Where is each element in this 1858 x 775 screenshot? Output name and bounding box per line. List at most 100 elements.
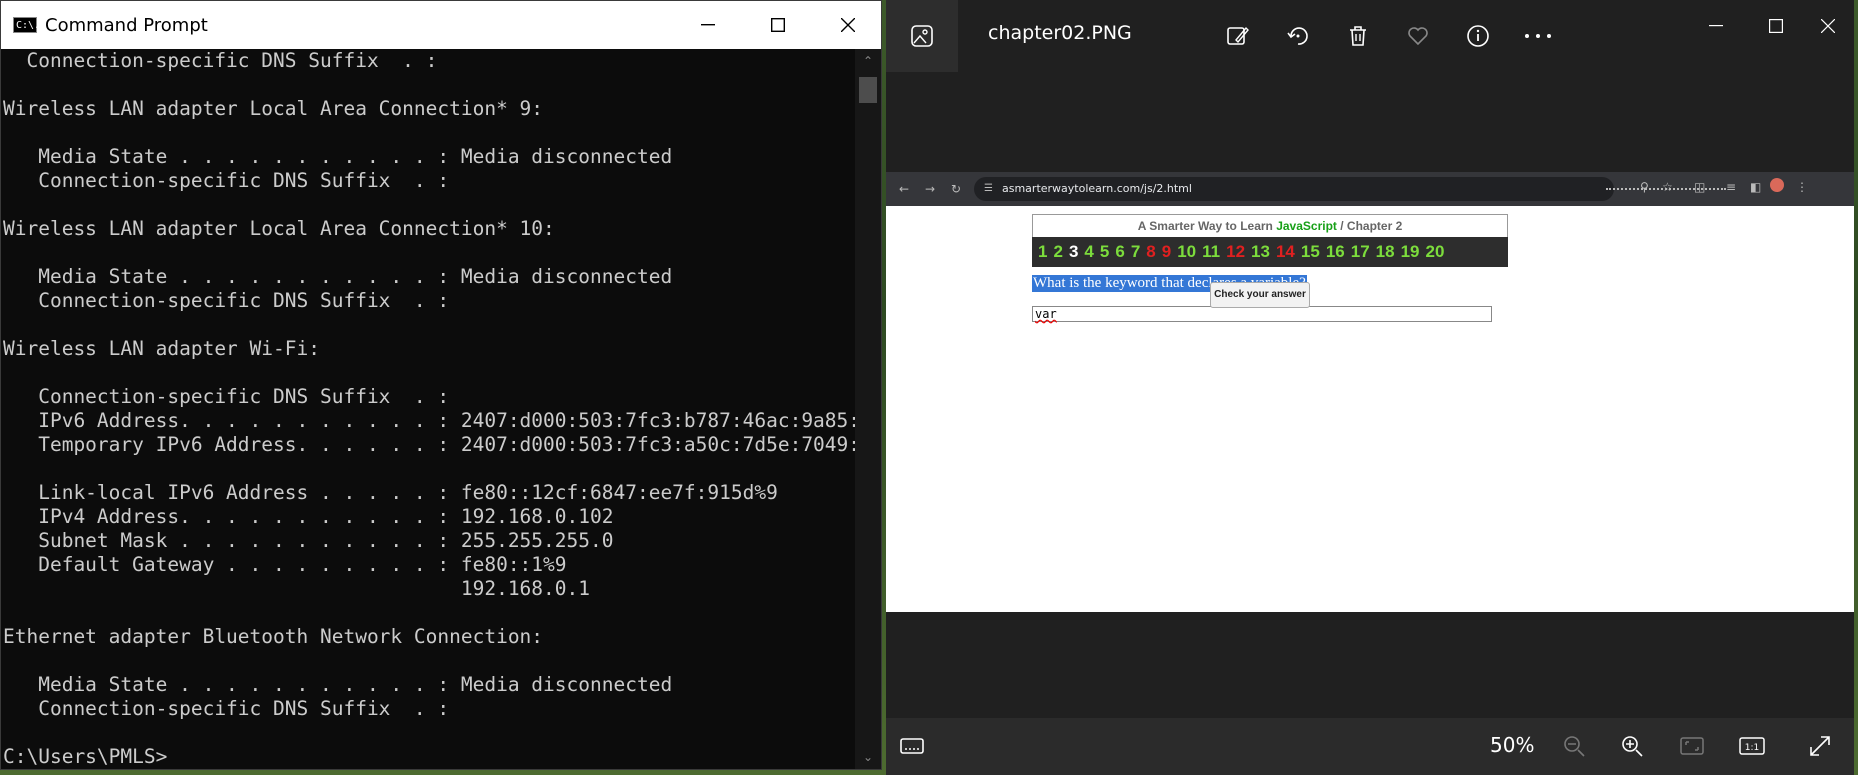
cmd-scrollbar[interactable]: ⌃ ⌄ — [855, 49, 881, 769]
extensions-icon: ◫ — [1694, 180, 1706, 194]
cmd-output-line: Connection-specific DNS Suffix . : — [3, 169, 450, 192]
cmd-output-line: 192.168.0.1 — [3, 577, 590, 600]
cmd-output-line: IPv6 Address. . . . . . . . . . . : 2407… — [3, 409, 859, 432]
cmd-title-bar[interactable]: C:\. Command Prompt — [1, 1, 881, 49]
actual-size-label: 1:1 — [1745, 743, 1759, 753]
chapter-link-20: 20 — [1425, 242, 1445, 261]
decorative-dotted-line — [1606, 188, 1726, 190]
cmd-output-line — [3, 241, 859, 265]
reload-icon: ↻ — [950, 182, 962, 196]
close-button[interactable] — [813, 1, 883, 49]
chapter-link-3: 3 — [1068, 242, 1079, 261]
chapter-link-14: 14 — [1275, 242, 1295, 261]
header-prefix: A Smarter Way to Learn — [1137, 219, 1277, 233]
chapter-link-4: 4 — [1084, 242, 1094, 261]
answer-textbox: var — [1032, 306, 1492, 322]
side-panel-icon: ◧ — [1750, 180, 1762, 194]
chapter-link-13: 13 — [1251, 242, 1270, 261]
photos-close-button[interactable] — [1798, 8, 1858, 44]
profile-avatar-icon — [1770, 178, 1784, 195]
delete-button[interactable] — [1338, 16, 1378, 56]
site-settings-icon: ☰ — [984, 183, 993, 194]
maximize-icon — [1769, 19, 1783, 33]
filmstrip-button[interactable] — [892, 728, 932, 764]
cmd-output-line: Link-local IPv6 Address . . . . . : fe80… — [3, 481, 778, 504]
answer-text: var — [1035, 307, 1057, 321]
edit-image-button[interactable] — [1218, 16, 1258, 56]
heart-icon — [1408, 27, 1428, 46]
cmd-output-line: Connection-specific DNS Suffix . : — [3, 49, 438, 72]
minimize-button[interactable] — [673, 1, 743, 49]
favorite-button[interactable] — [1398, 16, 1438, 56]
cmd-output-line — [3, 601, 859, 625]
cmd-output-line — [3, 313, 859, 337]
cmd-output-line: Wireless LAN adapter Wi-Fi: — [3, 337, 320, 360]
cmd-output-line: Default Gateway . . . . . . . . . : fe80… — [3, 553, 567, 576]
scroll-down-icon[interactable]: ⌄ — [855, 747, 881, 767]
close-icon — [841, 18, 855, 32]
photos-viewer-window: chapter02.PNG ← → ↻ ☰ asmarterwaytolearn… — [886, 0, 1854, 775]
chapter-link-1: 1 — [1038, 242, 1048, 261]
zoom-level: 50% — [1490, 733, 1535, 757]
cmd-output-line: Media State . . . . . . . . . . . : Medi… — [3, 265, 673, 288]
minimize-icon — [1709, 25, 1723, 27]
browser-menu-icon: ⋮ — [1796, 180, 1808, 194]
cmd-output[interactable]: Connection-specific DNS Suffix . : Wirele… — [1, 49, 859, 769]
chapter-link-12: 12 — [1226, 242, 1246, 261]
bookmark-star-icon: ☆ — [1662, 180, 1673, 194]
zoom-in-button[interactable] — [1612, 728, 1652, 764]
cmd-output-line: Connection-specific DNS Suffix . : — [3, 385, 450, 408]
rotate-button[interactable] — [1278, 16, 1318, 56]
actual-size-button[interactable]: 1:1 — [1732, 728, 1772, 764]
photos-bottom-bar: 50% 1:1 — [886, 718, 1854, 775]
rotate-icon — [1287, 27, 1308, 45]
trash-icon — [1350, 26, 1366, 46]
fit-window-icon — [1680, 737, 1704, 755]
chapter-link-2: 2 — [1053, 242, 1063, 261]
info-icon — [1467, 25, 1489, 47]
photos-app-icon[interactable] — [886, 0, 958, 72]
cmd-output-line: Media State . . . . . . . . . . . : Medi… — [3, 145, 673, 168]
close-icon — [1821, 19, 1835, 33]
zoom-in-icon — [1622, 736, 1643, 757]
fullscreen-button[interactable] — [1800, 728, 1840, 764]
image-gallery-icon — [911, 25, 933, 47]
chapter-link-15: 15 — [1300, 242, 1320, 261]
chapter-link-17: 17 — [1350, 242, 1370, 261]
cmd-output-line — [3, 73, 859, 97]
scrollbar-thumb[interactable] — [859, 77, 877, 103]
check-answer-button: Check your answer — [1210, 282, 1310, 308]
chapter-number-bar: 1 2 3 4 5 6 7 8 9 10 11 12 13 14 15 16 17 18 19 20 — [1032, 237, 1508, 267]
cmd-app-icon: C:\. — [13, 17, 40, 33]
chapter-link-16: 16 — [1325, 242, 1345, 261]
maximize-icon — [771, 18, 785, 32]
filmstrip-icon — [900, 738, 924, 754]
scroll-up-icon[interactable]: ⌃ — [855, 51, 881, 71]
photo-filename: chapter02.PNG — [988, 22, 1132, 44]
more-icon — [1525, 34, 1551, 38]
chapter-link-10: 10 — [1177, 242, 1197, 261]
edit-image-icon — [1227, 26, 1249, 45]
photos-minimize-button[interactable] — [1686, 8, 1746, 44]
photos-maximize-button[interactable] — [1746, 8, 1806, 44]
more-options-button[interactable] — [1518, 16, 1558, 56]
maximize-button[interactable] — [743, 1, 813, 49]
chapter-link-9: 9 — [1161, 242, 1172, 261]
cmd-output-line: Subnet Mask . . . . . . . . . . . : 255.… — [3, 529, 614, 552]
chapter-link-8: 8 — [1146, 242, 1156, 261]
cmd-output-line — [3, 361, 859, 385]
cmd-output-line: Connection-specific DNS Suffix . : — [3, 289, 450, 312]
site-header: A Smarter Way to Learn JavaScript / Chap… — [1032, 214, 1508, 237]
chapter-link-19: 19 — [1400, 242, 1420, 261]
chapter-link-7: 7 — [1130, 242, 1141, 261]
file-info-button[interactable] — [1458, 16, 1498, 56]
forward-arrow-icon: → — [924, 182, 936, 196]
fit-to-window-button[interactable] — [1672, 728, 1712, 764]
displayed-image[interactable]: ← → ↻ ☰ asmarterwaytolearn.com/js/2.html… — [886, 172, 1854, 612]
zoom-out-button[interactable] — [1554, 728, 1594, 764]
chapter-link-18: 18 — [1375, 242, 1395, 261]
back-arrow-icon: ← — [898, 182, 910, 196]
cmd-output-line: Wireless LAN adapter Local Area Connecti… — [3, 97, 544, 120]
address-bar: ☰ asmarterwaytolearn.com/js/2.html — [974, 177, 1614, 201]
header-chapter: / Chapter 2 — [1336, 219, 1403, 233]
